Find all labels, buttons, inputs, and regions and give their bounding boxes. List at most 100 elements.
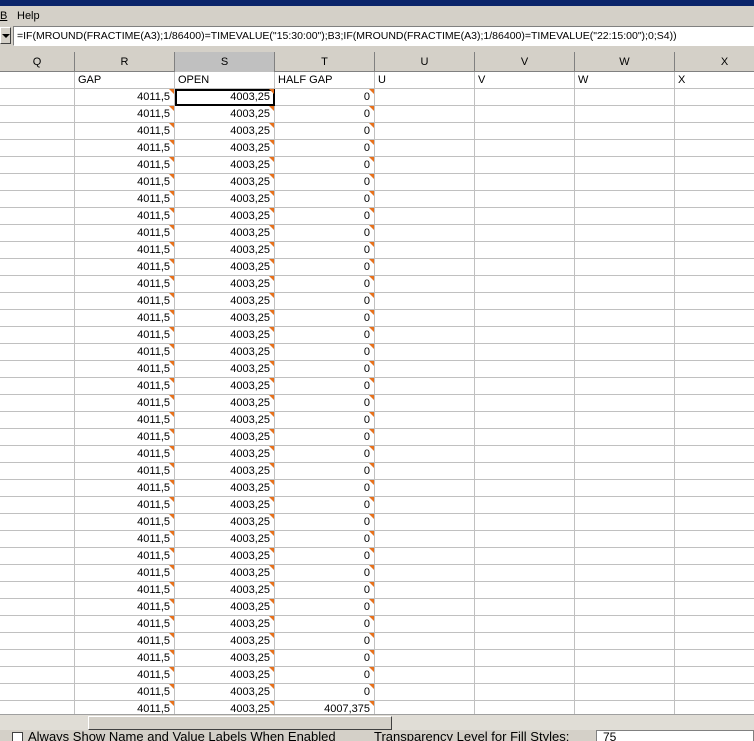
grid-cell[interactable] — [575, 208, 675, 225]
grid-cell[interactable] — [375, 667, 475, 684]
grid-cell[interactable]: 0 — [275, 191, 375, 208]
grid-cell[interactable] — [675, 616, 754, 633]
grid-cell[interactable]: 4011,5 — [75, 174, 175, 191]
grid-cell[interactable] — [675, 191, 754, 208]
grid-cell[interactable]: 4003,25 — [175, 412, 275, 429]
formula-input[interactable]: =IF(MROUND(FRACTIME(A3);1/86400)=TIMEVAL… — [13, 26, 754, 46]
grid-cell[interactable]: 0 — [275, 174, 375, 191]
grid-cell[interactable]: 4011,5 — [75, 480, 175, 497]
grid-cell[interactable] — [675, 106, 754, 123]
grid-cell[interactable] — [675, 89, 754, 106]
grid-cell[interactable]: 4003,25 — [175, 497, 275, 514]
grid-cell[interactable]: 0 — [275, 361, 375, 378]
grid-cell[interactable] — [575, 531, 675, 548]
grid-cell[interactable]: 0 — [275, 650, 375, 667]
grid-cell[interactable]: 4003,25 — [175, 701, 275, 714]
grid-cell[interactable] — [675, 378, 754, 395]
grid-cell[interactable] — [0, 514, 75, 531]
grid-cell[interactable]: 4003,25 — [175, 276, 275, 293]
grid-cell[interactable]: 4003,25 — [175, 157, 275, 174]
grid-cell[interactable] — [475, 650, 575, 667]
grid-cell[interactable] — [675, 548, 754, 565]
grid-cell[interactable] — [0, 565, 75, 582]
grid-cell[interactable] — [375, 310, 475, 327]
grid-cell[interactable] — [0, 361, 75, 378]
grid-cell[interactable]: 4003,25 — [175, 140, 275, 157]
column-header-q[interactable]: Q — [0, 52, 75, 72]
grid-cell[interactable] — [0, 616, 75, 633]
grid-cell[interactable] — [0, 480, 75, 497]
grid-cell[interactable]: 0 — [275, 259, 375, 276]
grid-cell[interactable] — [375, 633, 475, 650]
grid-cell[interactable] — [0, 123, 75, 140]
grid-cell[interactable] — [475, 310, 575, 327]
grid-cell[interactable] — [475, 344, 575, 361]
grid-cell[interactable] — [675, 310, 754, 327]
grid-cell[interactable] — [375, 208, 475, 225]
grid-cell[interactable]: 0 — [275, 667, 375, 684]
grid-cell[interactable] — [675, 140, 754, 157]
grid-cell[interactable]: 4003,25 — [175, 344, 275, 361]
transparency-input[interactable]: 75 — [596, 730, 754, 741]
grid-cell[interactable]: 0 — [275, 531, 375, 548]
grid-cell[interactable] — [475, 157, 575, 174]
grid-cell[interactable]: 0 — [275, 582, 375, 599]
grid-cell[interactable] — [575, 599, 675, 616]
grid-cell[interactable] — [675, 565, 754, 582]
grid-cell[interactable] — [575, 701, 675, 714]
header-cell[interactable]: V — [475, 72, 575, 89]
grid-cell[interactable]: 4011,5 — [75, 259, 175, 276]
grid-cell[interactable] — [575, 633, 675, 650]
grid-cell[interactable] — [0, 242, 75, 259]
grid-cell[interactable] — [0, 412, 75, 429]
grid-cell[interactable] — [0, 310, 75, 327]
grid-cell[interactable] — [475, 225, 575, 242]
grid-cell[interactable]: 4011,5 — [75, 599, 175, 616]
grid-cell[interactable] — [475, 599, 575, 616]
grid-cell[interactable] — [0, 106, 75, 123]
grid-cell[interactable] — [375, 276, 475, 293]
grid-cell[interactable] — [0, 497, 75, 514]
grid-cell[interactable]: 4003,25 — [175, 446, 275, 463]
grid-cell[interactable]: 4011,5 — [75, 310, 175, 327]
grid-cell[interactable] — [575, 242, 675, 259]
grid-cell[interactable]: 4011,5 — [75, 650, 175, 667]
grid-cell[interactable] — [475, 89, 575, 106]
grid-cell[interactable] — [0, 395, 75, 412]
grid-cell[interactable] — [575, 684, 675, 701]
grid-cell[interactable]: 0 — [275, 480, 375, 497]
grid-cell[interactable]: 4011,5 — [75, 157, 175, 174]
grid-cell[interactable] — [675, 276, 754, 293]
grid-cell[interactable]: 4003,25 — [175, 174, 275, 191]
grid-cell[interactable] — [675, 429, 754, 446]
grid-cell[interactable] — [0, 191, 75, 208]
grid-cell[interactable] — [575, 310, 675, 327]
grid-cell[interactable] — [675, 480, 754, 497]
grid-cell[interactable]: 4011,5 — [75, 633, 175, 650]
grid-cell[interactable] — [675, 667, 754, 684]
grid-cell[interactable]: 0 — [275, 276, 375, 293]
grid-cell[interactable]: 4003,25 — [175, 429, 275, 446]
column-header-s[interactable]: S — [175, 52, 275, 72]
grid-cell[interactable]: 4011,5 — [75, 497, 175, 514]
grid-cell[interactable]: 0 — [275, 106, 375, 123]
grid-cell[interactable]: 0 — [275, 514, 375, 531]
grid-cell[interactable]: 4011,5 — [75, 293, 175, 310]
grid-cell[interactable] — [675, 242, 754, 259]
grid-cell[interactable]: 4011,5 — [75, 361, 175, 378]
grid-cell[interactable] — [375, 157, 475, 174]
grid-cell[interactable] — [475, 191, 575, 208]
grid-cell[interactable] — [475, 633, 575, 650]
grid-cell[interactable] — [575, 344, 675, 361]
grid-cell[interactable] — [575, 497, 675, 514]
grid-cell[interactable]: 4011,5 — [75, 463, 175, 480]
grid-cell[interactable]: 4011,5 — [75, 344, 175, 361]
grid-cell[interactable]: 4003,25 — [175, 259, 275, 276]
grid-cell[interactable] — [675, 701, 754, 714]
grid-cell[interactable]: 4003,25 — [175, 599, 275, 616]
grid-cell[interactable] — [475, 616, 575, 633]
column-header-v[interactable]: V — [475, 52, 575, 72]
grid-cell[interactable] — [375, 446, 475, 463]
header-cell[interactable]: OPEN — [175, 72, 275, 89]
grid-cell[interactable] — [0, 463, 75, 480]
